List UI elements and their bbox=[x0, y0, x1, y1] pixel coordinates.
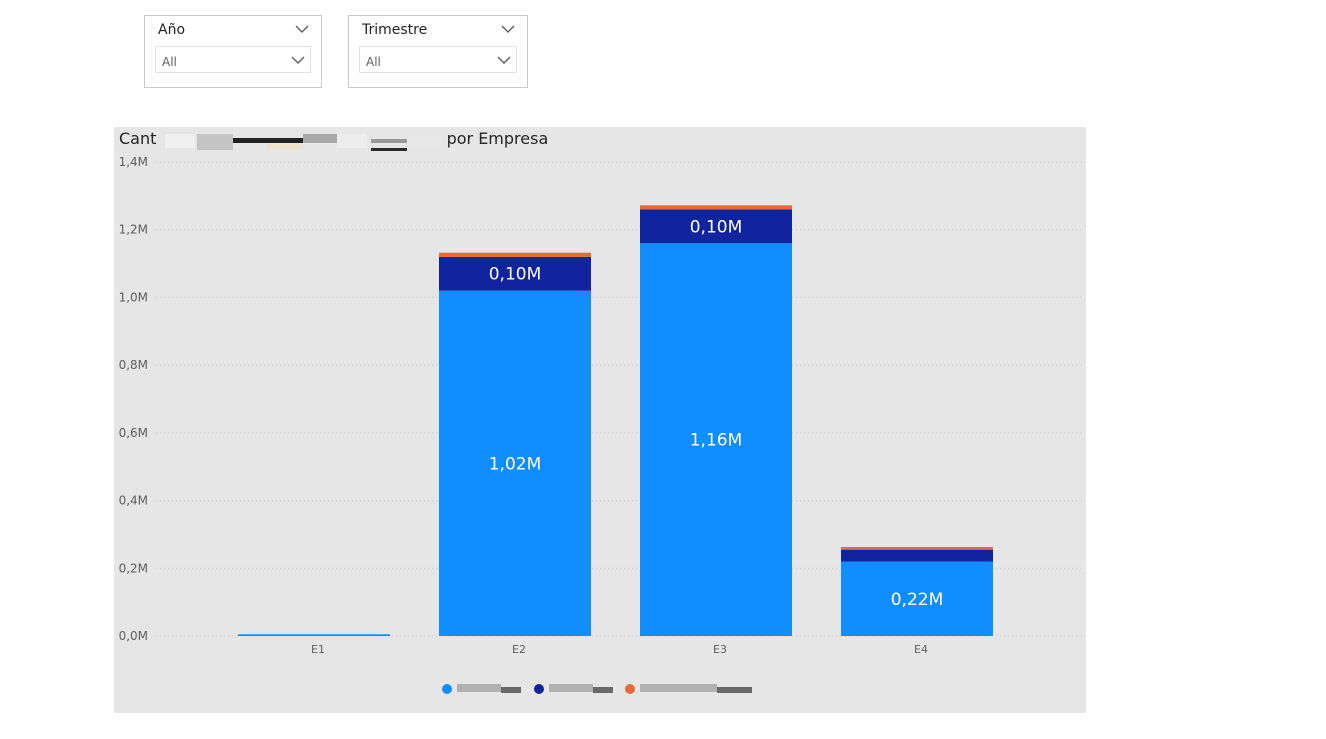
y-tick-label: 1,0M bbox=[119, 290, 148, 304]
chevron-down-icon bbox=[497, 56, 511, 64]
y-tick-label: 0,2M bbox=[119, 561, 148, 575]
data-label: 0,10M bbox=[489, 265, 542, 285]
x-tick-label: E4 bbox=[914, 643, 928, 656]
slicer-quarter-title: Trimestre bbox=[362, 22, 428, 38]
y-tick-label: 1,4M bbox=[119, 155, 148, 169]
legend-label-redacted bbox=[457, 684, 501, 692]
chart-visual[interactable]: Cant por Empresa 0,0M 0,2M 0,4M 0,6M 0,8M 1,0… bbox=[114, 127, 1086, 713]
legend-label-redacted bbox=[717, 687, 752, 693]
slicer-quarter-dropdown[interactable]: All bbox=[359, 46, 517, 73]
legend-marker bbox=[534, 684, 544, 694]
legend-label-redacted bbox=[593, 687, 613, 693]
bar-segment bbox=[841, 546, 993, 550]
slicer-year: Año All bbox=[144, 15, 322, 88]
data-label: 1,02M bbox=[489, 454, 542, 474]
data-label: 0,22M bbox=[891, 590, 944, 610]
chevron-down-icon[interactable] bbox=[295, 24, 309, 34]
bar-segment bbox=[238, 634, 390, 636]
legend-label-redacted bbox=[501, 687, 521, 693]
slicer-quarter-value: All bbox=[366, 55, 381, 69]
legend-marker bbox=[625, 684, 635, 694]
legend-label-redacted bbox=[640, 684, 717, 692]
x-tick-label: E1 bbox=[311, 643, 325, 656]
slicer-year-value: All bbox=[162, 55, 177, 69]
legend-label-redacted bbox=[549, 684, 593, 692]
y-tick-label: 0,6M bbox=[119, 426, 148, 440]
y-tick-label: 0,4M bbox=[119, 494, 148, 508]
x-tick-label: E2 bbox=[512, 643, 526, 656]
bar-segment bbox=[841, 549, 993, 562]
slicer-year-title: Año bbox=[158, 22, 186, 38]
y-tick-label: 0,0M bbox=[119, 629, 148, 643]
bar-segment bbox=[439, 252, 591, 257]
x-tick-label: E3 bbox=[713, 643, 727, 656]
y-tick-label: 0,8M bbox=[119, 358, 148, 372]
stacked-column-chart: 0,0M 0,2M 0,4M 0,6M 0,8M 1,0M 1,2M 1,4M E1 1,02M 0… bbox=[119, 155, 1084, 694]
slicer-quarter: Trimestre All bbox=[348, 15, 528, 88]
legend-marker bbox=[442, 684, 452, 694]
bar-segment bbox=[640, 205, 792, 210]
chevron-down-icon[interactable] bbox=[501, 24, 515, 34]
y-tick-label: 1,2M bbox=[119, 223, 148, 237]
chevron-down-icon bbox=[291, 56, 305, 64]
data-label: 0,10M bbox=[690, 217, 743, 237]
slicer-year-dropdown[interactable]: All bbox=[155, 46, 311, 73]
data-label: 1,16M bbox=[690, 431, 743, 451]
